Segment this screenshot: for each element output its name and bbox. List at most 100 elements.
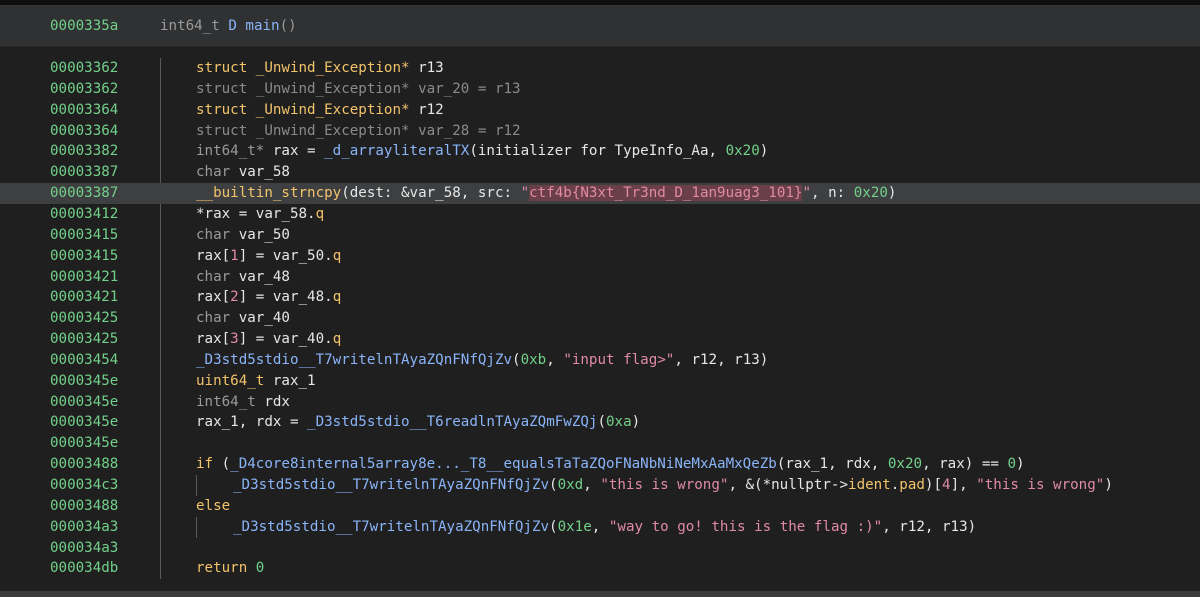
- code-token[interactable]: )[: [925, 477, 942, 493]
- code-line[interactable]: 00003364 struct _Unwind_Exception* r12: [0, 100, 1200, 121]
- code-token[interactable]: _D3std5stdio__T7writelnTAyaZQnFNfQjZv: [233, 519, 549, 535]
- code-line[interactable]: 000034a3: [0, 538, 1200, 559]
- code-line[interactable]: 00003364 struct _Unwind_Exception* var_28…: [0, 121, 1200, 142]
- code-token[interactable]: (initializer for TypeInfo_Aa,: [469, 143, 725, 159]
- line-code[interactable]: rax[3] = var_40.q: [196, 331, 341, 347]
- code-token[interactable]: .: [891, 477, 900, 493]
- line-address[interactable]: 0000345e: [50, 373, 118, 389]
- line-address[interactable]: 00003362: [50, 81, 118, 97]
- line-code[interactable]: struct _Unwind_Exception* r13: [196, 60, 444, 76]
- code-token[interactable]: r13: [418, 60, 444, 76]
- code-line[interactable]: 000034c3 _D3std5stdio__T7writelnTAyaZQnFN…: [0, 475, 1200, 496]
- code-line[interactable]: 00003412 *rax = var_58.q: [0, 204, 1200, 225]
- code-token[interactable]: ] = var_50.: [239, 248, 333, 264]
- code-token[interactable]: rdx: [264, 394, 290, 410]
- line-code[interactable]: uint64_t rax_1: [196, 373, 316, 389]
- code-token[interactable]: rax_1: [273, 373, 316, 389]
- line-code[interactable]: struct _Unwind_Exception* var_20 = r13: [196, 81, 521, 97]
- code-line[interactable]: 00003362 struct _Unwind_Exception* var_20…: [0, 79, 1200, 100]
- code-line[interactable]: 00003454 _D3std5stdio__T7writelnTAyaZQnFN…: [0, 350, 1200, 371]
- code-line[interactable]: 0000345e uint64_t rax_1: [0, 371, 1200, 392]
- line-address[interactable]: 00003362: [50, 60, 118, 76]
- code-token[interactable]: (: [549, 519, 558, 535]
- code-token[interactable]: (dest: &var_58, src:: [341, 185, 520, 201]
- line-address[interactable]: 0000345e: [50, 394, 118, 410]
- code-token[interactable]: (: [512, 352, 521, 368]
- line-address[interactable]: 0000345e: [50, 414, 118, 430]
- code-token[interactable]: rax[: [196, 289, 230, 305]
- code-token[interactable]: ] = var_40.: [239, 331, 333, 347]
- line-address[interactable]: 00003415: [50, 248, 118, 264]
- code-token[interactable]: ): [632, 414, 641, 430]
- code-token[interactable]: ): [888, 185, 897, 201]
- code-token[interactable]: ] = var_48.: [239, 289, 333, 305]
- code-line[interactable]: 00003415 char var_50: [0, 225, 1200, 246]
- line-address[interactable]: 00003454: [50, 352, 118, 368]
- function-signature[interactable]: int64_t D main(): [160, 18, 297, 34]
- code-token[interactable]: _D3std5stdio__T7writelnTAyaZQnFNfQjZv: [233, 477, 549, 493]
- line-address[interactable]: 00003415: [50, 227, 118, 243]
- line-address[interactable]: 000034db: [50, 560, 118, 576]
- code-line[interactable]: 00003362 struct _Unwind_Exception* r13: [0, 58, 1200, 79]
- code-token[interactable]: var_40: [239, 310, 290, 326]
- line-code[interactable]: char var_58: [196, 164, 290, 180]
- code-token[interactable]: (rax_1, rdx,: [777, 456, 888, 472]
- code-token[interactable]: rax[: [196, 248, 230, 264]
- line-code[interactable]: else: [196, 498, 230, 514]
- code-line[interactable]: 00003415 rax[1] = var_50.q: [0, 246, 1200, 267]
- code-token[interactable]: ): [1104, 477, 1113, 493]
- line-address[interactable]: 0000345e: [50, 435, 118, 451]
- line-code[interactable]: __builtin_strncpy(dest: &var_58, src: "c…: [196, 185, 897, 202]
- code-token[interactable]: var_48: [239, 269, 290, 285]
- line-code[interactable]: int64_t* rax = _d_arrayliteralTX(initial…: [196, 143, 768, 159]
- flag-string[interactable]: ctf4b{N3xt_Tr3nd_D_1an9uag3_101}: [529, 185, 803, 202]
- line-address[interactable]: 00003425: [50, 331, 118, 347]
- code-line[interactable]: 00003387 char var_58: [0, 162, 1200, 183]
- line-code[interactable]: rax[2] = var_48.q: [196, 289, 341, 305]
- line-address[interactable]: 00003364: [50, 102, 118, 118]
- code-line[interactable]: 000034a3 _D3std5stdio__T7writelnTAyaZQnFN…: [0, 516, 1200, 538]
- horizontal-scrollbar[interactable]: [0, 591, 1200, 597]
- code-line[interactable]: 00003382 int64_t* rax = _d_arrayliteralTX…: [0, 141, 1200, 162]
- code-line[interactable]: 00003488 else: [0, 496, 1200, 517]
- line-code[interactable]: _D3std5stdio__T7writelnTAyaZQnFNfQjZv(0x…: [233, 519, 976, 535]
- line-code[interactable]: int64_t rdx: [196, 394, 290, 410]
- line-code[interactable]: rax[1] = var_50.q: [196, 248, 341, 264]
- line-address[interactable]: 00003421: [50, 269, 118, 285]
- code-token[interactable]: (: [222, 456, 231, 472]
- code-token[interactable]: , &(*nullptr->: [728, 477, 848, 493]
- code-token[interactable]: ],: [951, 477, 977, 493]
- code-token[interactable]: , r12, r13): [882, 519, 976, 535]
- code-line[interactable]: 00003425 rax[3] = var_40.q: [0, 329, 1200, 350]
- line-code[interactable]: struct _Unwind_Exception* var_28 = r12: [196, 123, 521, 139]
- code-line[interactable]: 000034db return 0: [0, 558, 1200, 579]
- code-line[interactable]: 0000345e int64_t rdx: [0, 392, 1200, 413]
- code-token[interactable]: _d_arrayliteralTX: [324, 143, 469, 159]
- code-token[interactable]: , rax) ==: [922, 456, 1007, 472]
- line-code[interactable]: char var_50: [196, 227, 290, 243]
- code-token[interactable]: *rax = var_58.: [196, 206, 316, 222]
- code-token[interactable]: (: [549, 477, 558, 493]
- line-address[interactable]: 00003364: [50, 123, 118, 139]
- code-token[interactable]: rax_1, rdx =: [196, 414, 307, 430]
- code-token[interactable]: ,: [592, 519, 609, 535]
- line-code[interactable]: _D3std5stdio__T7writelnTAyaZQnFNfQjZv(0x…: [196, 352, 768, 368]
- code-token[interactable]: , n:: [811, 185, 854, 201]
- code-token[interactable]: ): [760, 143, 769, 159]
- line-address[interactable]: 00003387: [50, 185, 118, 201]
- code-token[interactable]: ,: [583, 477, 600, 493]
- code-token[interactable]: ): [1016, 456, 1025, 472]
- line-address[interactable]: 00003387: [50, 164, 118, 180]
- code-token[interactable]: (: [597, 414, 606, 430]
- function-address[interactable]: 0000335a: [50, 18, 118, 34]
- function-header[interactable]: 0000335a int64_t D main(): [0, 5, 1200, 47]
- code-token[interactable]: var_58: [239, 164, 290, 180]
- code-line[interactable]: 00003387 __builtin_strncpy(dest: &var_58,…: [0, 183, 1200, 205]
- code-token[interactable]: ,: [546, 352, 563, 368]
- code-token[interactable]: rax =: [273, 143, 324, 159]
- line-code[interactable]: char var_40: [196, 310, 290, 326]
- line-address[interactable]: 00003421: [50, 289, 118, 305]
- code-token[interactable]: var_50: [239, 227, 290, 243]
- code-token[interactable]: _D3std5stdio__T6readlnTAyaZQmFwZQj: [307, 414, 597, 430]
- signature-function-name[interactable]: D main: [228, 18, 279, 34]
